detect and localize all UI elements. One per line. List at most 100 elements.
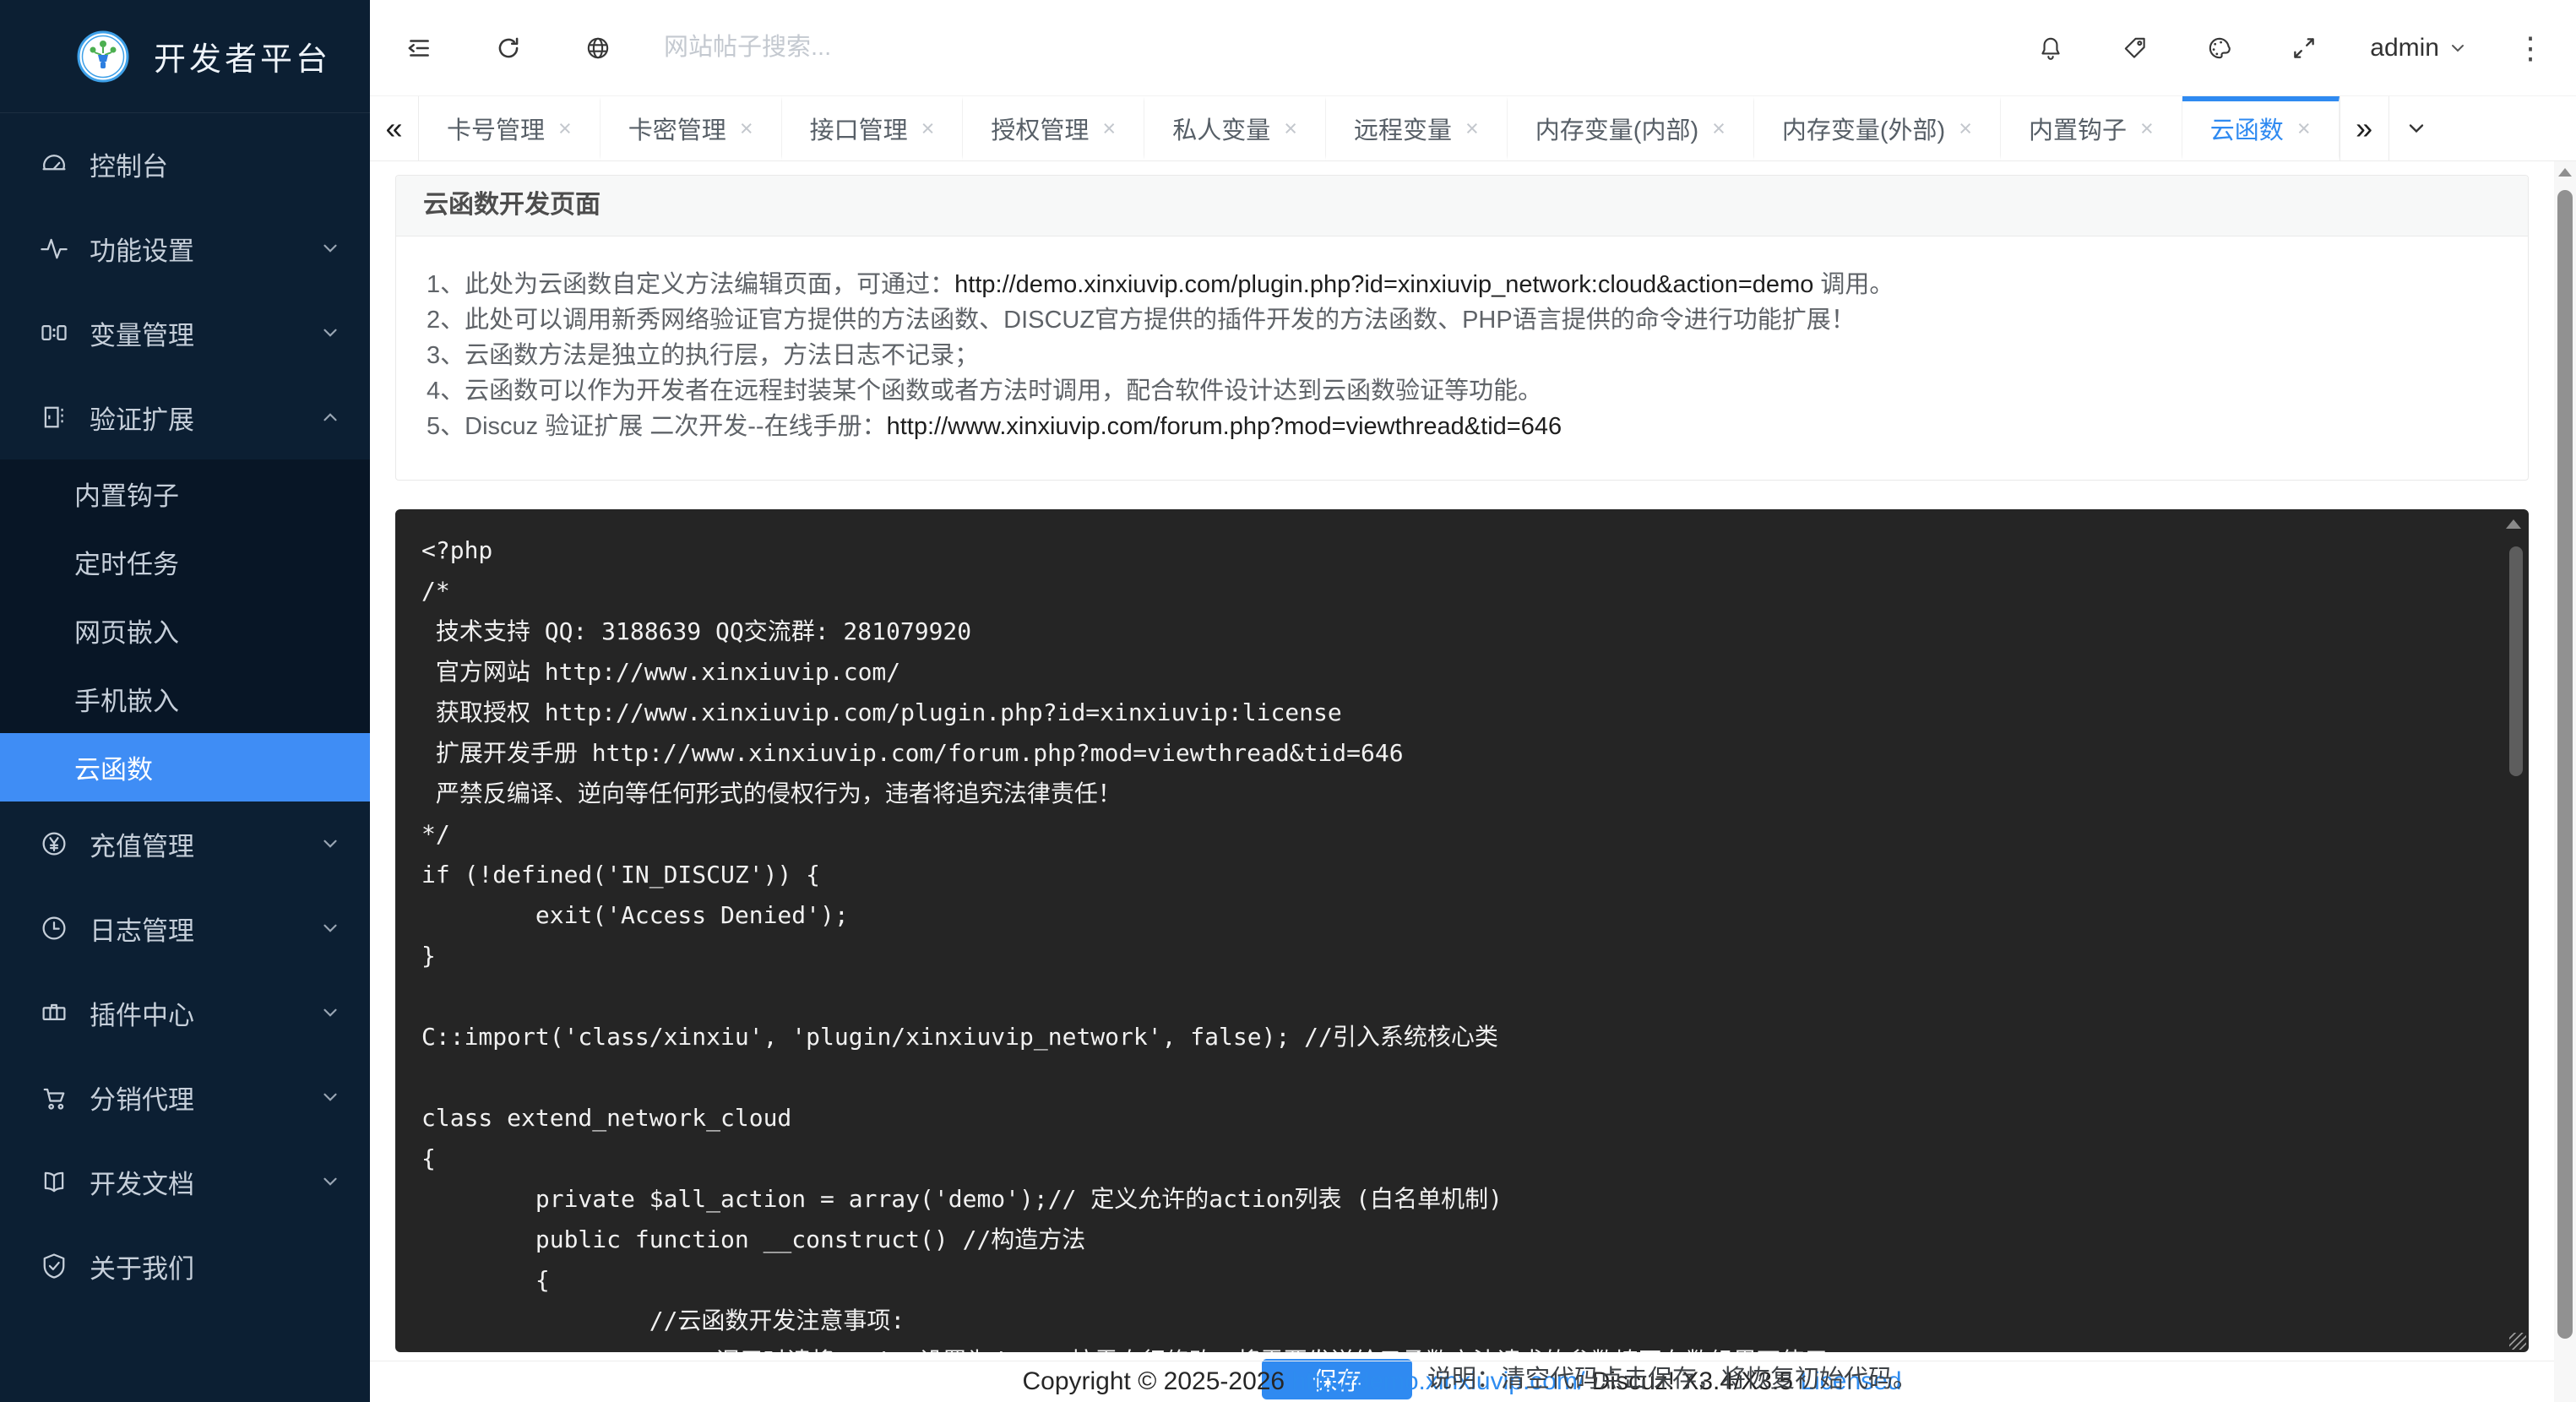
sidebar-menu: 控制台 功能设置 变量管理 验证扩展 内置钩子: [0, 113, 370, 1402]
sidebar: 开发者平台 控制台 功能设置 变量管理: [0, 0, 370, 1402]
collapse-menu-icon: [405, 34, 433, 62]
sidebar-item-cron-task[interactable]: 定时任务: [0, 528, 370, 596]
theme-button[interactable]: [2201, 30, 2238, 67]
sidebar-item-agents[interactable]: 分销代理: [0, 1055, 370, 1139]
fullscreen-button[interactable]: [2285, 30, 2323, 67]
sidebar-item-cloud-function[interactable]: 云函数: [0, 733, 370, 802]
sidebar-item-features[interactable]: 功能设置: [0, 206, 370, 291]
sidebar-item-web-embed[interactable]: 网页嵌入: [0, 596, 370, 665]
more-options-button[interactable]: ⋮: [2515, 33, 2546, 63]
sidebar-item-console[interactable]: 控制台: [0, 122, 370, 206]
header-right-tools: admin ⋮: [2032, 30, 2546, 67]
verify-extension-submenu: 内置钩子 定时任务 网页嵌入 手机嵌入 云函数: [0, 459, 370, 802]
php-code[interactable]: <?php /* 技术支持 QQ: 3188639 QQ交流群: 2810799…: [395, 509, 2529, 1352]
tab-memory-var-external[interactable]: 内存变量(外部) ×: [1754, 96, 2001, 160]
instruction-line: 5、Discuz 验证扩展 二次开发--在线手册：http://www.xinx…: [427, 409, 2494, 444]
sidebar-item-label: 网页嵌入: [74, 611, 179, 649]
code-editor[interactable]: <?php /* 技术支持 QQ: 3188639 QQ交流群: 2810799…: [395, 509, 2529, 1352]
tab-auth-manage[interactable]: 授权管理 ×: [963, 96, 1144, 160]
tab-cloud-function[interactable]: 云函数 ×: [2182, 96, 2340, 160]
tab-builtin-hook[interactable]: 内置钩子 ×: [2001, 96, 2182, 160]
page-scrollbar[interactable]: [2554, 161, 2576, 1402]
palette-icon: [2205, 34, 2234, 62]
tab-card-secret[interactable]: 卡密管理 ×: [601, 96, 782, 160]
chevron-down-icon: [319, 1171, 341, 1193]
sidebar-item-recharge[interactable]: 充值管理: [0, 802, 370, 886]
header-left-tools: [400, 30, 617, 67]
notifications-button[interactable]: [2032, 30, 2069, 67]
sidebar-item-label: 验证扩展: [90, 399, 194, 437]
sidebar-item-variables[interactable]: 变量管理: [0, 291, 370, 375]
chevron-down-icon: [2405, 117, 2428, 140]
tabs-scroll-left-button[interactable]: «: [370, 96, 419, 160]
sidebar-item-label: 变量管理: [90, 314, 194, 352]
instruction-line: 1、此处为云函数自定义方法编辑页面，可通过：http://demo.xinxiu…: [427, 267, 2494, 302]
tabs-dropdown-button[interactable]: [2389, 96, 2444, 160]
sidebar-item-mobile-embed[interactable]: 手机嵌入: [0, 665, 370, 733]
sidebar-item-label: 分销代理: [90, 1079, 194, 1117]
chevron-down-icon: [319, 1086, 341, 1108]
chevron-down-icon: [319, 237, 341, 259]
plugin-box-icon: [39, 997, 69, 1028]
user-menu[interactable]: admin: [2370, 34, 2468, 62]
sidebar-item-verify-extension[interactable]: 验证扩展: [0, 375, 370, 459]
sidebar-item-label: 控制台: [90, 145, 168, 183]
tags-button[interactable]: [2117, 30, 2154, 67]
tab-remote-var[interactable]: 远程变量 ×: [1326, 96, 1508, 160]
globe-icon: [584, 34, 612, 62]
close-tab-icon[interactable]: ×: [1284, 116, 1297, 142]
editor-scrollbar-thumb[interactable]: [2509, 546, 2523, 776]
sidebar-item-dev-docs[interactable]: 开发文档: [0, 1139, 370, 1224]
panel-instructions: 1、此处为云函数自定义方法编辑页面，可通过：http://demo.xinxiu…: [396, 236, 2528, 480]
variable-icon: [39, 318, 69, 348]
close-tab-icon[interactable]: ×: [1959, 116, 1972, 142]
close-tab-icon[interactable]: ×: [1465, 116, 1479, 142]
close-tab-icon[interactable]: ×: [921, 116, 935, 142]
top-header: admin ⋮: [370, 0, 2576, 96]
chevron-down-icon: [319, 833, 341, 855]
yen-circle-icon: [39, 829, 69, 859]
chevron-down-icon: [319, 322, 341, 344]
fullscreen-icon: [2290, 34, 2318, 62]
chevron-up-icon: [319, 406, 341, 428]
username: admin: [2370, 34, 2439, 62]
sidebar-item-plugin-center[interactable]: 插件中心: [0, 970, 370, 1055]
tabs-scroll-right-button[interactable]: »: [2340, 96, 2389, 160]
collapse-sidebar-button[interactable]: [400, 30, 437, 67]
save-note: 说明：清空代码点击保存，将恢复初始代码。: [1427, 1359, 1917, 1394]
sidebar-item-label: 功能设置: [90, 230, 194, 268]
instruction-line: 3、云函数方法是独立的执行层，方法日志不记录；: [427, 338, 2494, 373]
tag-icon: [2121, 34, 2149, 62]
shield-check-icon: [39, 1251, 69, 1281]
sidebar-item-builtin-hook[interactable]: 内置钩子: [0, 459, 370, 528]
tab-bar: « 卡号管理 × 卡密管理 × 接口管理 × 授权管理 × 私人变量 × 远程变…: [370, 96, 2576, 161]
editor-scroll-up-icon[interactable]: [2506, 519, 2521, 529]
instruction-line: 2、此处可以调用新秀网络验证官方提供的方法函数、DISCUZ官方提供的插件开发的…: [427, 302, 2494, 338]
refresh-button[interactable]: [490, 30, 527, 67]
chevron-down-icon: [319, 917, 341, 939]
close-tab-icon[interactable]: ×: [2140, 116, 2154, 142]
close-tab-icon[interactable]: ×: [740, 116, 753, 142]
sidebar-item-about-us[interactable]: 关于我们: [0, 1224, 370, 1308]
tab-card-number[interactable]: 卡号管理 ×: [419, 96, 601, 160]
search-input[interactable]: [664, 34, 1103, 62]
close-tab-icon[interactable]: ×: [1712, 116, 1725, 142]
close-tab-icon[interactable]: ×: [2297, 116, 2311, 142]
language-button[interactable]: [579, 30, 617, 67]
logo-row: 开发者平台: [0, 0, 370, 113]
sidebar-item-label: 日志管理: [90, 910, 194, 948]
close-tab-icon[interactable]: ×: [1102, 116, 1116, 142]
sidebar-item-label: 云函数: [74, 748, 153, 786]
scroll-up-icon[interactable]: [2558, 168, 2572, 177]
sidebar-item-logs[interactable]: 日志管理: [0, 886, 370, 970]
sidebar-item-label: 开发文档: [90, 1163, 194, 1201]
editor-resize-handle[interactable]: [2509, 1333, 2526, 1350]
chevron-down-icon: [319, 1002, 341, 1024]
tab-private-var[interactable]: 私人变量 ×: [1144, 96, 1326, 160]
page-scrollbar-thumb[interactable]: [2557, 190, 2573, 1339]
sidebar-item-label: 插件中心: [90, 994, 194, 1032]
panel-title: 云函数开发页面: [396, 176, 2528, 236]
tab-api-manage[interactable]: 接口管理 ×: [782, 96, 964, 160]
tab-memory-var-internal[interactable]: 内存变量(内部) ×: [1508, 96, 1754, 160]
close-tab-icon[interactable]: ×: [558, 116, 572, 142]
